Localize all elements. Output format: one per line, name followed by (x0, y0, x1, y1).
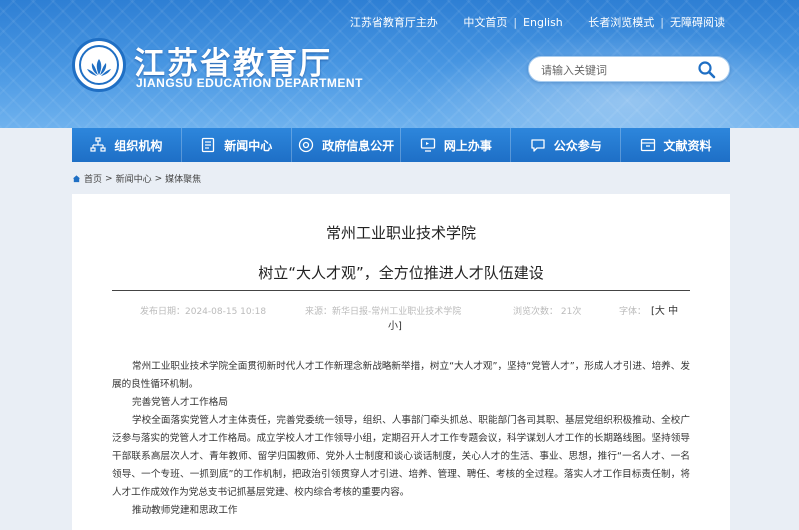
top-sep: | (513, 16, 518, 29)
chat-icon (531, 139, 545, 152)
top-sep: | (660, 16, 664, 29)
title-divider (112, 290, 690, 291)
search-input[interactable] (541, 61, 691, 79)
host-label: 江苏省教育厅主办 (349, 16, 438, 29)
info-disclosure-icon (298, 137, 314, 153)
breadcrumb-sep: > (105, 173, 113, 184)
logo-inner (79, 45, 119, 85)
article-panel: 常州工业职业技术学院 树立“大人才观”，全方位推进人才队伍建设 发布日期：202… (72, 194, 730, 530)
main-nav: 组织机构 新闻中心 政府信息公开 网上办事 公众参与 文献资料 (72, 128, 730, 162)
site-logo-icon[interactable] (72, 38, 126, 92)
accessible-reading-link[interactable]: 无障碍阅读 (670, 16, 725, 29)
paragraph: 常州工业职业技术学院全面贯彻新时代人才工作新理念新战略新举措，树立“大人才观”，… (112, 361, 690, 390)
nav-item-news[interactable]: 新闻中心 (182, 128, 292, 162)
search-icon[interactable] (697, 60, 717, 80)
search-box (528, 56, 730, 82)
nav-label: 网上办事 (443, 138, 492, 153)
nav-item-archives[interactable]: 文献资料 (621, 128, 730, 162)
nav-item-organization[interactable]: 组织机构 (72, 128, 182, 162)
nav-label: 新闻中心 (224, 138, 273, 153)
chinese-home-link[interactable]: 中文首页 (463, 16, 507, 29)
section-heading: 推动教师党建和思政工作 (132, 505, 238, 516)
org-chart-icon (90, 137, 107, 152)
english-link[interactable]: English (523, 16, 563, 29)
font-size-options[interactable]: [大 中 (651, 302, 678, 317)
breadcrumb-current[interactable]: 媒体聚焦 (165, 172, 201, 185)
article-body: 常州工业职业技术学院全面贯彻新时代人才工作新理念新战略新举措，树立“大人才观”，… (112, 358, 690, 520)
breadcrumb-home[interactable]: 首页 (84, 172, 102, 185)
section-heading: 完善党管人才工作格局 (132, 397, 228, 408)
breadcrumb: 首页 > 新闻中心 > 媒体聚焦 (72, 172, 201, 185)
publish-date: 发布日期：2024-08-15 10:18 (140, 307, 267, 317)
article-source: 来源：新华日报-常州工业职业技术学院 (305, 307, 462, 317)
paragraph: 学校全面落实党管人才主体责任，完善党委统一领导，组织、人事部门牵头抓总、职能部门… (112, 415, 690, 498)
document-icon (202, 137, 215, 153)
nav-label: 公众参与 (553, 138, 602, 153)
view-count: 浏览次数： 21次 (513, 307, 582, 317)
nav-label: 政府信息公开 (322, 138, 395, 153)
nav-item-online-service[interactable]: 网上办事 (401, 128, 512, 162)
nav-item-gov-info[interactable]: 政府信息公开 (292, 128, 402, 162)
elder-mode-link[interactable]: 长者浏览模式 (588, 16, 654, 29)
breadcrumb-news[interactable]: 新闻中心 (116, 172, 152, 185)
site-header: 江苏省教育厅主办 中文首页 | English 长者浏览模式 | 无障碍阅读 江苏省教育… (0, 0, 799, 128)
home-icon (72, 175, 81, 183)
article-title-institution: 常州工业职业技术学院 (325, 224, 476, 242)
monitor-icon (420, 138, 436, 152)
top-links: 江苏省教育厅主办 中文首页 | English 长者浏览模式 | 无障碍阅读 (346, 14, 729, 30)
font-size-option-small[interactable]: 小] (388, 317, 402, 332)
font-size-label: 字体： (619, 307, 647, 317)
nav-label: 文献资料 (663, 138, 712, 153)
breadcrumb-sep: > (154, 173, 163, 184)
nav-label: 组织机构 (114, 138, 163, 153)
lotus-icon (87, 59, 111, 76)
archive-icon (640, 138, 655, 152)
site-subtitle: JIANGSU EDUCATION DEPARTMENT (136, 76, 363, 90)
article-title: 树立“大人才观”，全方位推进人才队伍建设 (258, 264, 544, 282)
nav-item-public-participation[interactable]: 公众参与 (511, 128, 622, 162)
